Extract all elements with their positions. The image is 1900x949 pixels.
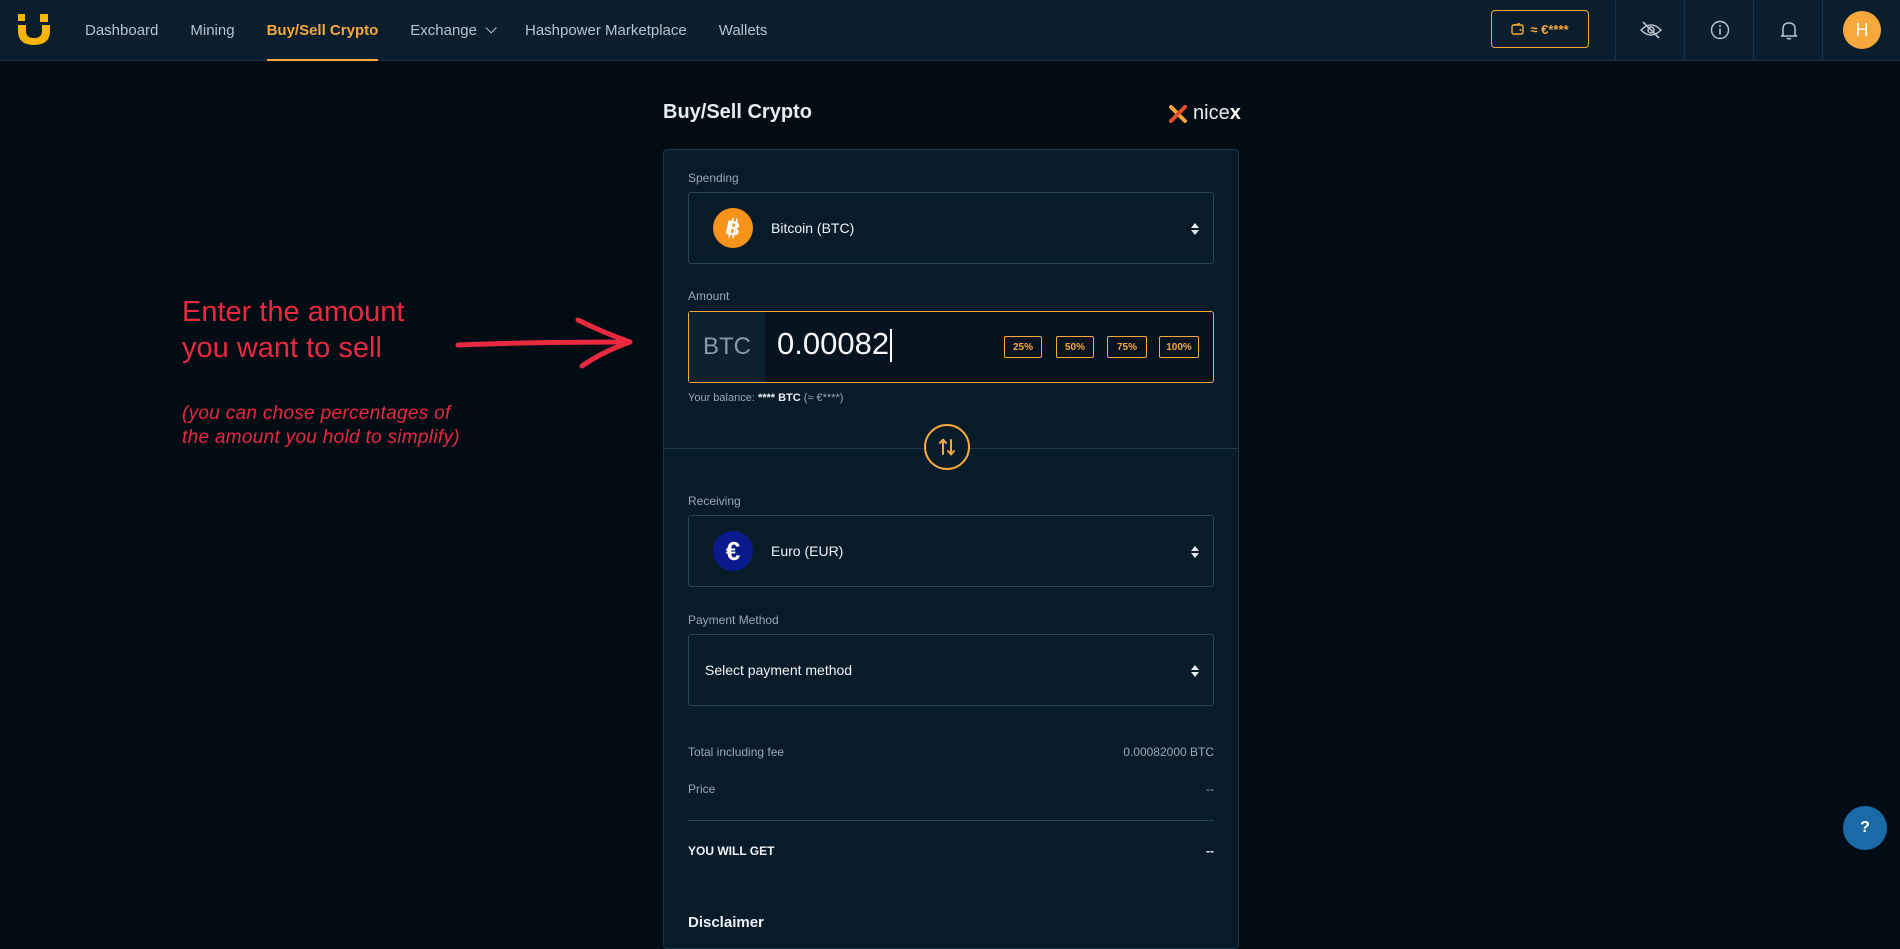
nicex-logo-suffix: x (1229, 102, 1241, 124)
amount-input-value: 0.00082 (777, 326, 890, 361)
amount-unit: BTC (689, 312, 765, 382)
select-arrows-icon (1191, 665, 1199, 677)
nav-wallets[interactable]: Wallets (719, 0, 768, 60)
nicex-mark-icon (1169, 104, 1187, 123)
percent-50-button[interactable]: 50% (1056, 336, 1094, 358)
nav-exchange[interactable]: Exchange (410, 0, 497, 60)
balance-line: Your balance: **** BTC (≈ €****) (688, 392, 843, 404)
annotation-line-1: Enter the amount (182, 296, 405, 328)
total-fee-label: Total including fee (688, 745, 785, 759)
notifications-button[interactable] (1753, 0, 1823, 60)
swap-arrows-icon (939, 438, 955, 456)
text-cursor (890, 329, 892, 363)
nav-mining[interactable]: Mining (190, 0, 234, 60)
eye-off-icon (1639, 21, 1662, 39)
balance-value: ≈ €**** (1530, 21, 1569, 37)
select-arrows-icon (1191, 223, 1199, 235)
price-label: Price (688, 782, 716, 796)
annotation-sub-line-2: the amount you hold to simplify) (182, 427, 460, 448)
receiving-label: Receiving (688, 494, 741, 508)
summary-divider (688, 820, 1214, 821)
select-arrows-icon (1191, 546, 1199, 558)
annotation-arrow-icon (455, 317, 633, 369)
user-menu-button[interactable]: H (1822, 0, 1900, 60)
amount-field[interactable]: BTC 0.00082 25% 50% 75% 100% (688, 311, 1214, 383)
balance-fiat-value: (≈ €****) (803, 392, 844, 404)
nav-dashboard[interactable]: Dashboard (85, 0, 158, 60)
percent-75-button[interactable]: 75% (1107, 336, 1147, 358)
wallet-icon (1511, 23, 1525, 35)
nav-buy-sell-crypto[interactable]: Buy/Sell Crypto (266, 0, 378, 61)
help-button[interactable]: ? (1843, 806, 1887, 850)
buy-sell-card: Spending B Bitcoin (BTC) Amount BTC 0.00… (663, 149, 1239, 949)
you-will-get-value: -- (1206, 844, 1214, 858)
page-title: Buy/Sell Crypto (663, 101, 812, 123)
euro-icon: € (713, 531, 753, 571)
price-value: -- (1206, 782, 1214, 796)
chevron-down-icon (485, 22, 497, 34)
amount-input[interactable]: 0.00082 (777, 326, 892, 363)
payment-method-placeholder: Select payment method (705, 662, 853, 678)
nav-hashpower-marketplace[interactable]: Hashpower Marketplace (525, 0, 687, 60)
annotation-sub-text: (you can chose percentages of the amount… (182, 402, 460, 450)
payment-method-select[interactable]: Select payment method (688, 634, 1214, 706)
nicex-logo: nice x (1168, 102, 1241, 125)
nav-exchange-label: Exchange (410, 21, 477, 39)
balance-crypto-value: **** BTC (757, 392, 801, 404)
balance-prefix: Your balance: (688, 392, 755, 404)
annotation-main-text: Enter the amount you want to sell (182, 294, 404, 366)
nicex-logo-prefix: nice (1193, 102, 1230, 124)
balance-button[interactable]: ≈ €**** (1491, 10, 1589, 48)
total-fee-value: 0.00082000 BTC (1123, 745, 1214, 759)
annotation-line-2: you want to sell (182, 332, 382, 364)
top-navbar: Dashboard Mining Buy/Sell Crypto Exchang… (0, 0, 1900, 61)
percent-100-button[interactable]: 100% (1159, 336, 1199, 358)
bitcoin-icon: B (713, 208, 753, 248)
nicehash-logo[interactable] (16, 12, 52, 46)
hide-balance-button[interactable] (1615, 0, 1685, 60)
spending-selected-value: Bitcoin (BTC) (771, 220, 855, 236)
info-button[interactable] (1684, 0, 1754, 60)
disclaimer-heading: Disclaimer (688, 914, 764, 931)
receiving-selected-value: Euro (EUR) (771, 543, 844, 559)
percent-25-button[interactable]: 25% (1004, 336, 1042, 358)
info-icon (1710, 20, 1729, 40)
avatar: H (1843, 11, 1881, 49)
payment-method-label: Payment Method (688, 613, 779, 627)
receiving-select[interactable]: € Euro (EUR) (688, 515, 1214, 587)
nav-links: Dashboard Mining Buy/Sell Crypto Exchang… (85, 0, 799, 61)
spending-select[interactable]: B Bitcoin (BTC) (688, 192, 1214, 264)
annotation-sub-line-1: (you can chose percentages of (182, 403, 451, 424)
bell-icon (1780, 22, 1797, 40)
amount-label: Amount (688, 289, 730, 303)
swap-button[interactable] (924, 424, 970, 470)
spending-label: Spending (688, 171, 739, 185)
you-will-get-label: YOU WILL GET (688, 844, 775, 858)
